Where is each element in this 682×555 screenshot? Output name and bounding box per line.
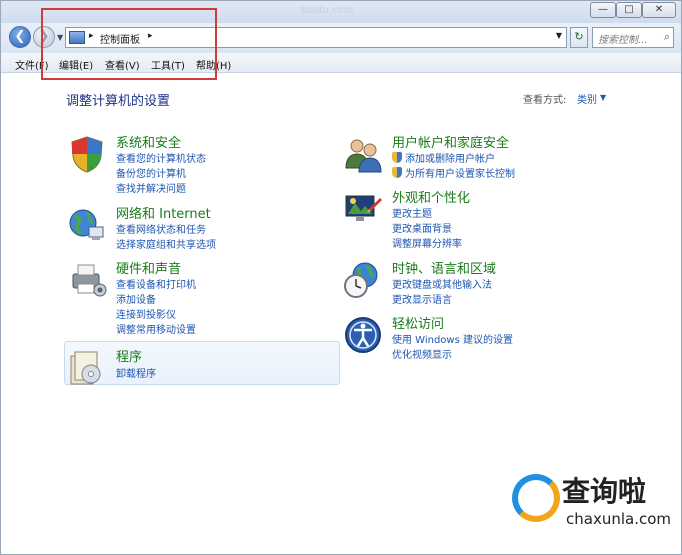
category-title[interactable]: 网络和 Internet	[116, 203, 211, 222]
link-mobility-settings[interactable]: 调整常用移动设置	[116, 321, 196, 336]
globe-network-icon[interactable]	[67, 205, 107, 245]
link-optimize-display[interactable]: 优化视频显示	[392, 346, 452, 361]
link-troubleshoot[interactable]: 查找并解决问题	[116, 180, 186, 195]
shield-icon[interactable]	[67, 134, 107, 174]
category-title[interactable]: 系统和安全	[116, 132, 181, 151]
uac-shield-icon	[392, 152, 402, 163]
users-icon[interactable]	[343, 134, 383, 174]
link-add-remove-users[interactable]: 添加或删除用户帐户	[392, 150, 495, 165]
category-title[interactable]: 用户帐户和家庭安全	[392, 132, 509, 151]
search-placeholder: 搜索控制...	[598, 35, 648, 46]
link-connect-projector[interactable]: 连接到投影仪	[116, 306, 176, 321]
link-desktop-background[interactable]: 更改桌面背景	[392, 220, 452, 235]
uac-shield-icon	[392, 167, 402, 178]
address-dropdown-icon[interactable]: ▼	[556, 31, 562, 40]
clock-globe-icon[interactable]	[343, 260, 383, 300]
view-by-select[interactable]: 类别	[577, 91, 597, 106]
page-title: 调整计算机的设置	[66, 94, 171, 109]
faded-title-text: baidu.com	[301, 5, 354, 16]
search-input[interactable]: 搜索控制... ⌕	[592, 27, 674, 48]
annotation-highlight-box	[41, 8, 217, 80]
link-display-language[interactable]: 更改显示语言	[392, 291, 452, 306]
link-parental-controls[interactable]: 为所有用户设置家长控制	[392, 165, 515, 180]
view-by-dropdown-icon[interactable]: ▼	[600, 93, 606, 102]
printer-icon[interactable]	[67, 260, 107, 300]
minimize-button[interactable]: —	[590, 2, 616, 18]
watermark: 查询啦 chaxunla.com	[506, 466, 682, 536]
monitor-icon[interactable]	[343, 189, 383, 229]
link-homegroup-sharing[interactable]: 选择家庭组和共享选项	[116, 236, 216, 251]
control-panel-window: baidu.com — □ ✕ ❮ ❯ ▼ ▸ 控制面板 ▸ ▼ ↻ 搜索控制.…	[0, 0, 682, 555]
link-network-status[interactable]: 查看网络状态和任务	[116, 221, 206, 236]
link-screen-resolution[interactable]: 调整屏幕分辨率	[392, 235, 462, 250]
search-icon[interactable]: ⌕	[664, 30, 670, 44]
link-change-keyboard[interactable]: 更改键盘或其他输入法	[392, 276, 492, 291]
refresh-button[interactable]: ↻	[570, 27, 588, 48]
link-view-computer-status[interactable]: 查看您的计算机状态	[116, 150, 206, 165]
link-uninstall-program[interactable]: 卸载程序	[116, 365, 156, 380]
watermark-logo-icon	[512, 474, 560, 522]
link-devices-printers[interactable]: 查看设备和打印机	[116, 276, 196, 291]
link-recommended-settings[interactable]: 使用 Windows 建议的设置	[392, 331, 513, 346]
watermark-text: 查询啦	[562, 475, 647, 508]
category-title[interactable]: 轻松访问	[392, 313, 444, 332]
accessibility-icon[interactable]	[343, 315, 383, 355]
view-by-label: 查看方式:	[523, 95, 567, 106]
watermark-url: chaxunla.com	[566, 510, 671, 528]
maximize-button[interactable]: □	[616, 2, 642, 18]
link-change-theme[interactable]: 更改主题	[392, 205, 432, 220]
category-title[interactable]: 时钟、语言和区域	[392, 258, 496, 277]
link-add-device[interactable]: 添加设备	[116, 291, 156, 306]
programs-icon[interactable]	[67, 348, 107, 388]
close-button[interactable]: ✕	[642, 2, 676, 18]
category-title[interactable]: 硬件和声音	[116, 258, 181, 277]
back-button[interactable]: ❮	[9, 26, 31, 48]
link-backup-computer[interactable]: 备份您的计算机	[116, 165, 186, 180]
category-title[interactable]: 外观和个性化	[392, 187, 470, 206]
category-title[interactable]: 程序	[116, 346, 142, 365]
